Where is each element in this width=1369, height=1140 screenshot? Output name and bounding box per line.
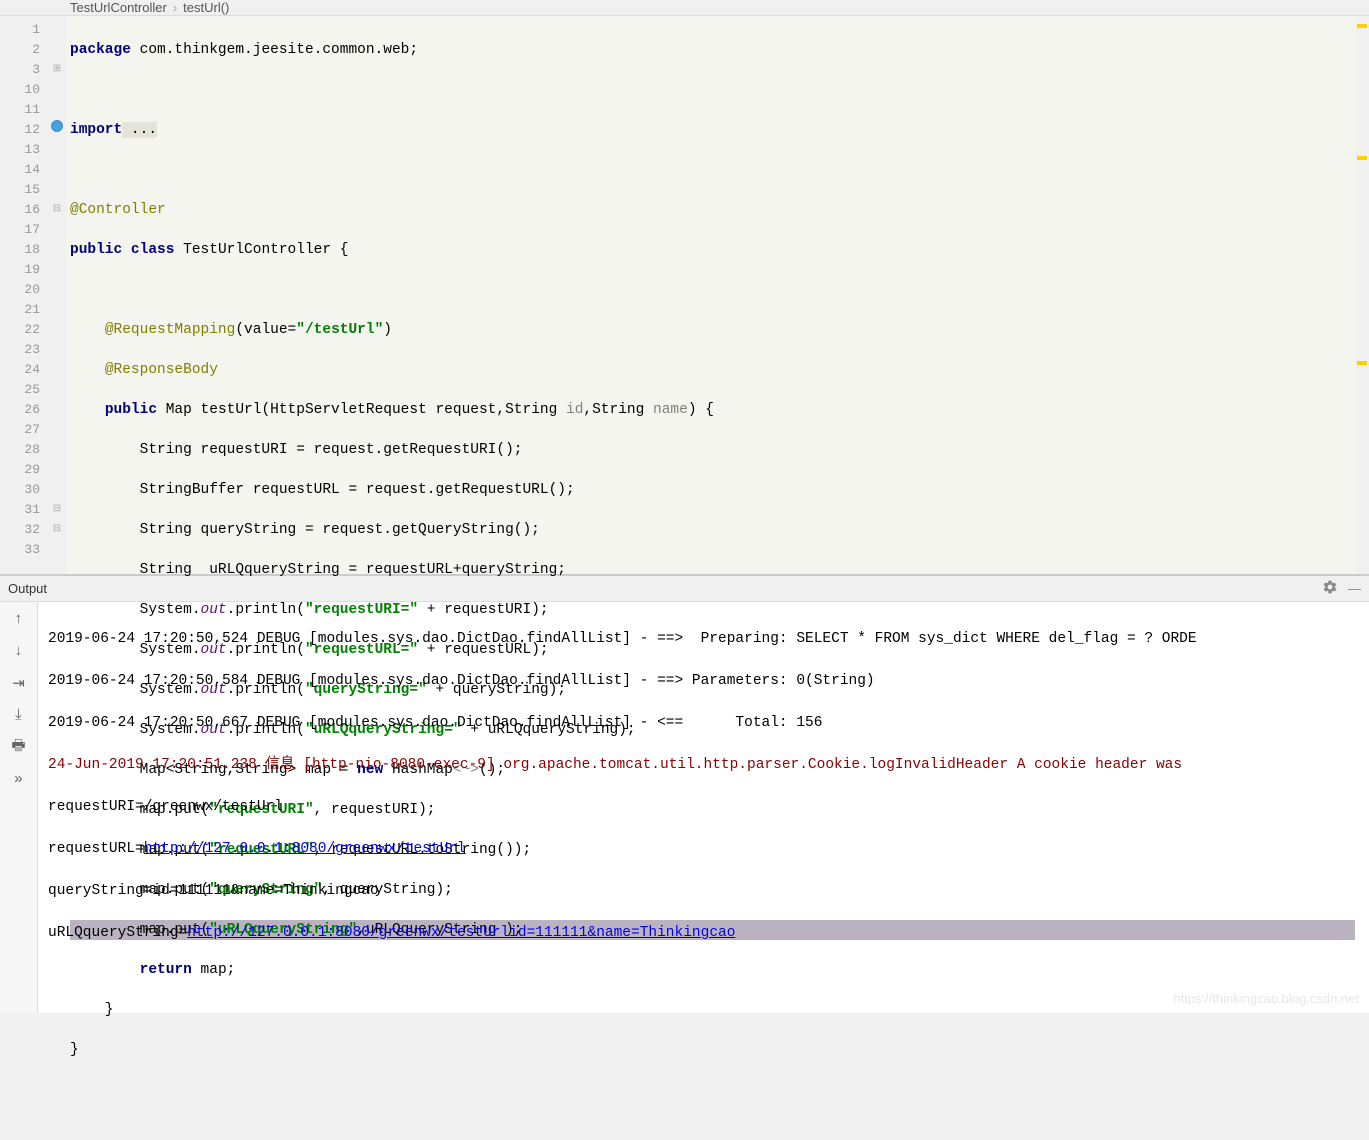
- log-line: uRLQqueryString=http://127.0.0.1:8080/gr…: [48, 923, 1359, 944]
- log-line: 2019-06-24 17:20:50,584 DEBUG [modules.s…: [48, 671, 1359, 692]
- output-content[interactable]: 2019-06-24 17:20:50,524 DEBUG [modules.s…: [38, 602, 1369, 1013]
- fold-icon[interactable]: ⊟: [48, 200, 66, 220]
- code-content[interactable]: package com.thinkgem.jeesite.common.web;…: [66, 16, 1355, 574]
- log-line: queryString=id=111111&name=Thinkingcao: [48, 881, 1359, 902]
- more-icon[interactable]: »: [8, 768, 30, 790]
- output-link[interactable]: http://127.0.0.1:8080/greenwx/testUrlid=…: [187, 925, 735, 941]
- log-line: 2019-06-24 17:20:50,667 DEBUG [modules.s…: [48, 713, 1359, 734]
- breadcrumb-separator: ›: [173, 0, 177, 15]
- breadcrumb: TestUrlController › testUrl(): [0, 0, 1369, 15]
- log-line: requestURI=/greenwx/testUrl: [48, 797, 1359, 818]
- fold-icon[interactable]: ⊟: [48, 500, 66, 520]
- output-link[interactable]: http://127.0.0.1:8080/greenwx/testUrl: [144, 841, 466, 857]
- web-icon: [48, 120, 66, 140]
- log-line: 2019-06-24 17:20:50,524 DEBUG [modules.s…: [48, 629, 1359, 650]
- watermark: https://thinkingcao.blog.csdn.net: [1173, 988, 1359, 1009]
- scroll-down-icon[interactable]: ↓: [8, 640, 30, 662]
- fold-icon[interactable]: ⊞: [48, 60, 66, 80]
- code-editor[interactable]: 1 2 3 10 11 12 13 14 15 16 17 18 19 20 2…: [0, 15, 1369, 575]
- scroll-up-icon[interactable]: ↑: [8, 608, 30, 630]
- log-line: requestURL=http://127.0.0.1:8080/greenwx…: [48, 839, 1359, 860]
- output-title: Output: [8, 581, 47, 596]
- gutter-icons: ⊞ ⊟ ⊟ ⊟: [48, 16, 66, 574]
- scroll-to-end-icon[interactable]: ⤓: [8, 704, 30, 726]
- soft-wrap-icon[interactable]: ⇥: [8, 672, 30, 694]
- print-icon[interactable]: 🖶: [8, 736, 30, 758]
- output-panel: Output — ↑ ↓ ⇥ ⤓ 🖶 » 2019-06-24 17:20:50…: [0, 575, 1369, 1013]
- breadcrumb-method[interactable]: testUrl(): [183, 0, 229, 15]
- log-line-info: 24-Jun-2019 17:20:51.238 信息 [http-nio-80…: [48, 755, 1359, 776]
- output-sidebar: ↑ ↓ ⇥ ⤓ 🖶 »: [0, 602, 38, 1013]
- line-number-gutter: 1 2 3 10 11 12 13 14 15 16 17 18 19 20 2…: [0, 16, 48, 574]
- fold-icon[interactable]: ⊟: [48, 520, 66, 540]
- error-stripe[interactable]: [1355, 16, 1369, 574]
- breadcrumb-class[interactable]: TestUrlController: [70, 0, 167, 15]
